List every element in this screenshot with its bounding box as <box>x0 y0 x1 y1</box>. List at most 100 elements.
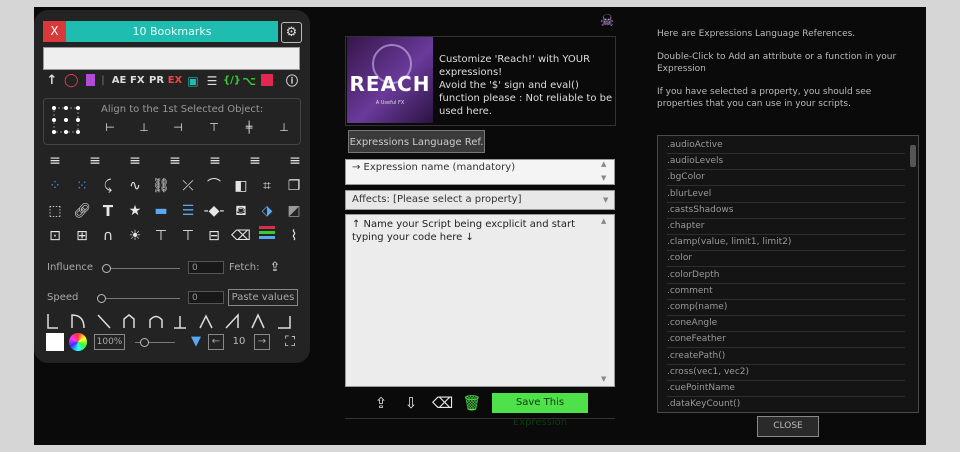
frame-icon[interactable]: ⊡ <box>44 226 66 246</box>
rope-icon[interactable]: ∿ <box>124 176 146 196</box>
text-justify-all-icon[interactable]: ≡ <box>284 151 306 171</box>
window-cascade-icon[interactable]: ❐ <box>283 176 305 196</box>
align-right-icon[interactable]: ⊣ <box>167 118 189 138</box>
bookmarks-dropdown[interactable]: 10 Bookmarks <box>66 21 278 42</box>
close-button[interactable]: CLOSE <box>757 416 819 437</box>
settings-gear-icon[interactable]: ⚙ <box>281 22 302 43</box>
reference-item[interactable]: .castsShadows <box>667 203 905 219</box>
reference-list[interactable]: .audioActive .audioLevels .bgColor .blurLev… <box>657 135 919 413</box>
refresh-circle-icon[interactable]: ◯ <box>64 72 79 90</box>
magnet-icon[interactable]: ∩ <box>97 226 119 246</box>
sliders-icon[interactable]: ☰ <box>205 72 219 90</box>
align-left-icon[interactable]: ⊢ <box>99 118 121 138</box>
curve-icon[interactable]: ⤹ <box>97 176 119 196</box>
text-align-right-icon[interactable]: ≡ <box>124 151 146 171</box>
text-justify-left-icon[interactable]: ≡ <box>164 151 186 171</box>
ae-icon[interactable]: AE <box>111 72 127 90</box>
gradient-icon[interactable]: ◩ <box>283 201 305 221</box>
speed-value-field[interactable]: 0 <box>188 291 224 304</box>
solid-layer-icon[interactable]: ▬ <box>150 201 172 221</box>
crop-icon[interactable]: ⌗ <box>256 176 278 196</box>
code-scroll-up[interactable]: ▲ <box>601 217 606 225</box>
reference-item[interactable]: .color <box>667 251 905 268</box>
reference-item[interactable]: .audioActive <box>667 138 905 154</box>
influence-slider[interactable] <box>104 268 180 269</box>
reference-item[interactable]: .comp(name) <box>667 300 905 316</box>
text-justify-right-icon[interactable]: ≡ <box>244 151 266 171</box>
text-box-icon[interactable]: ⊟ <box>203 226 225 246</box>
reference-item[interactable]: .coneFeather <box>667 332 905 349</box>
fit-to-comp-icon[interactable]: ⊞ <box>71 226 93 246</box>
align-hcenter-icon[interactable]: ⊥ <box>133 118 155 138</box>
color-swatch-icon[interactable] <box>260 72 274 90</box>
stacked-layers-icon[interactable]: ☰ <box>177 201 199 221</box>
step-back-button[interactable]: ← <box>208 334 224 350</box>
vertex-icon[interactable]: ⤫ <box>177 176 199 196</box>
skull-icon[interactable]: ☠ <box>598 12 616 30</box>
step-value[interactable]: 10 <box>230 334 248 350</box>
export-upload-icon[interactable]: ⇪ <box>371 393 391 413</box>
tag-icon[interactable]: ⬗ <box>256 201 278 221</box>
speed-slider-knob[interactable] <box>97 294 106 303</box>
color-bars-icon[interactable] <box>256 226 278 246</box>
text-baseline-icon[interactable]: ⊤ <box>150 226 172 246</box>
code-icon[interactable]: ⌥ <box>242 72 256 90</box>
reference-item[interactable]: .cross(vec1, vec2) <box>667 365 905 381</box>
align-target-icon[interactable] <box>49 103 83 137</box>
import-download-icon[interactable]: ⇩ <box>401 393 421 413</box>
align-bottom-icon[interactable]: ⊥ <box>273 118 295 138</box>
fetch-upload-icon[interactable]: ⇪ <box>264 258 286 278</box>
affects-dropdown[interactable]: Affects: [Please select a property] <box>345 190 615 210</box>
code-editor[interactable]: ↑ Name your Script being excplicit and s… <box>345 214 615 387</box>
brackets-button[interactable]: {/} <box>223 72 241 90</box>
reference-item[interactable]: .audioLevels <box>667 154 905 171</box>
reference-item[interactable]: .comment <box>667 284 905 300</box>
monitor-icon[interactable]: ▣ <box>186 72 200 90</box>
reference-item[interactable]: .coneAngle <box>667 316 905 333</box>
fx-button[interactable]: FX <box>130 72 145 90</box>
trash-icon[interactable]: 🗑︎ <box>462 393 482 413</box>
reference-item[interactable]: .blurLevel <box>667 187 905 203</box>
influence-slider-knob[interactable] <box>102 264 111 273</box>
expression-name-input[interactable]: → Expression name (mandatory) <box>345 159 615 185</box>
eraser-icon[interactable]: ⌫ <box>230 226 252 246</box>
white-swatch[interactable] <box>46 333 64 351</box>
zoom-slider-knob[interactable] <box>140 338 149 347</box>
reference-item[interactable]: .colorDepth <box>667 268 905 284</box>
step-forward-button[interactable]: → <box>254 334 270 350</box>
name-scroll-down[interactable]: ▼ <box>601 174 606 182</box>
speed-slider[interactable] <box>99 298 180 299</box>
pr-button[interactable]: PR <box>149 72 164 90</box>
link-chain-icon[interactable]: ⛓ <box>150 176 172 196</box>
reference-item[interactable]: .dataKeyCount() <box>667 397 905 412</box>
fullscreen-icon[interactable]: ⛶ <box>279 332 301 352</box>
sun-icon[interactable]: ☀ <box>124 226 146 246</box>
paint-bucket-icon[interactable]: ⛾ <box>230 201 252 221</box>
align-vcenter-icon[interactable]: ╪ <box>238 118 260 138</box>
info-icon[interactable]: ⓘ <box>285 72 299 90</box>
text-align-center-icon[interactable]: ≡ <box>84 151 106 171</box>
save-expression-button[interactable]: Save This Expression <box>492 393 588 428</box>
influence-value-field[interactable]: 0 <box>188 261 224 274</box>
keyframe-line-icon[interactable]: -◆- <box>203 201 225 221</box>
layers-stack-icon[interactable]: ◧ <box>230 176 252 196</box>
code-scroll-down[interactable]: ▼ <box>601 375 606 383</box>
scatter-diagonal-icon[interactable]: ⁙ <box>71 176 93 196</box>
zoom-value[interactable]: 100% <box>94 334 125 350</box>
reference-item[interactable]: .bgColor <box>667 170 905 187</box>
chevron-down-icon[interactable]: ▼ <box>603 196 608 204</box>
reference-item[interactable]: .cuePointName <box>667 381 905 397</box>
expressions-ref-button[interactable]: Expressions Language Ref. <box>348 130 485 153</box>
up-arrow-icon[interactable]: ↑ <box>45 72 59 90</box>
reference-list-scrollbar[interactable] <box>910 145 916 167</box>
bookmark-icon[interactable] <box>83 72 97 90</box>
align-top-icon[interactable]: ⊤ <box>203 118 225 138</box>
reference-item[interactable]: .clamp(value, limit1, limit2) <box>667 235 905 252</box>
text-align-left-icon[interactable]: ≡ <box>44 151 66 171</box>
star-icon[interactable]: ★ <box>124 201 146 221</box>
scatter-dots-icon[interactable]: ⁘ <box>44 176 66 196</box>
close-bookmarks-button[interactable]: X <box>43 21 66 42</box>
color-wheel-icon[interactable] <box>69 333 87 351</box>
eraser-clear-icon[interactable]: ⌫ <box>432 393 453 413</box>
text-tool-icon[interactable]: T <box>97 201 119 221</box>
